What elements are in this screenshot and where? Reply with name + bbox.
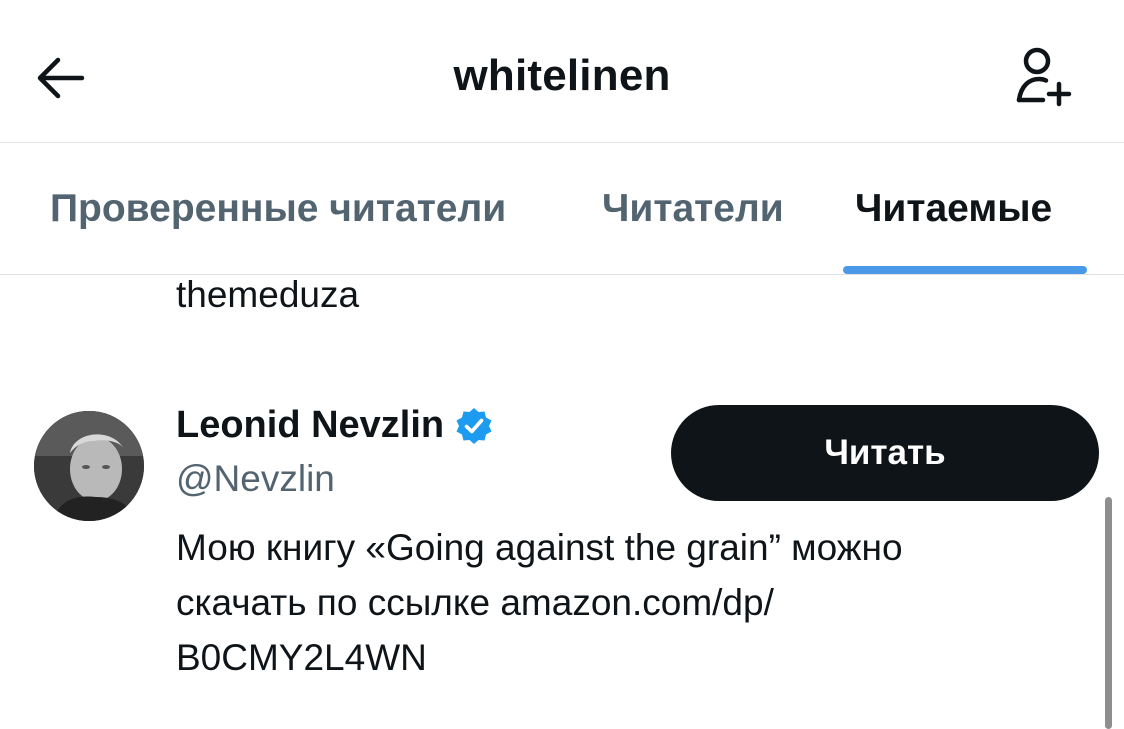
follow-button[interactable]: Читать <box>671 405 1099 501</box>
tab-verified-followers[interactable]: Проверенные читатели <box>50 143 506 274</box>
bio-line: B0CMY2L4WN <box>176 637 427 678</box>
scrollbar[interactable] <box>1105 497 1112 729</box>
user-bio: Мою книгу «Going against the grain” можн… <box>176 520 1076 685</box>
active-tab-indicator <box>843 266 1087 274</box>
tab-bar: Проверенные читатели Читатели Читаемые <box>0 143 1124 275</box>
tab-followers[interactable]: Читатели <box>602 143 784 274</box>
add-user-button[interactable] <box>1004 38 1086 114</box>
previous-item-bio: themeduza <box>176 274 360 315</box>
verified-badge-icon <box>456 407 492 444</box>
bio-line: Мою книгу «Going against the grain” можн… <box>176 527 903 568</box>
user-display-name[interactable]: Leonid Nevzlin <box>176 404 444 447</box>
top-bar: whitelinen <box>0 0 1124 143</box>
person-add-icon <box>1016 47 1072 107</box>
tab-following[interactable]: Читаемые <box>855 143 1052 274</box>
avatar[interactable] <box>34 411 144 521</box>
page-title: whitelinen <box>453 51 671 100</box>
avatar-photo <box>34 411 144 521</box>
following-page: whitelinen Проверенные читатели Читатели… <box>0 0 1124 729</box>
bio-line: скачать по ссылке amazon.com/dp/ <box>176 582 774 623</box>
user-handle[interactable]: @Nevzlin <box>176 458 335 500</box>
user-name-row[interactable]: Leonid Nevzlin <box>176 404 494 447</box>
